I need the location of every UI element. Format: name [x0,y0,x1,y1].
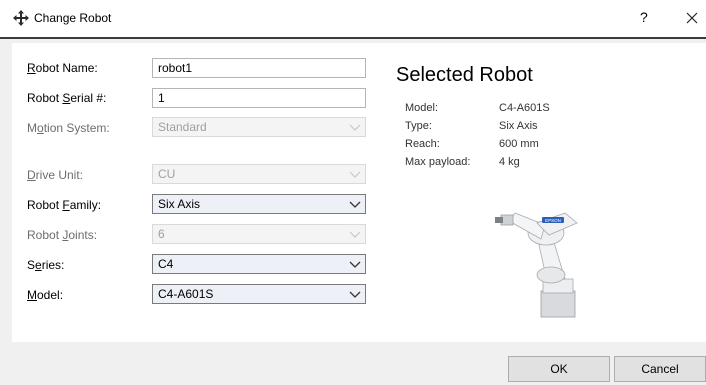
close-icon[interactable] [680,6,704,30]
help-button[interactable]: ? [640,9,648,25]
robot-family-label: Robot Family: [27,198,102,212]
motion-system-select[interactable]: Standard [152,117,366,137]
chevron-down-icon [349,201,361,208]
motion-system-label: Motion System: [27,121,110,135]
robot-serial-label: Robot Serial #: [27,91,107,105]
series-select[interactable]: C4 [152,254,366,274]
title-separator [0,37,706,39]
chevron-down-icon [349,171,361,178]
info-reach-value: 600 mm [499,138,539,150]
robot-logo: EPSON [545,218,561,223]
robot-serial-input[interactable]: 1 [152,88,366,108]
drive-unit-select[interactable]: CU [152,164,366,184]
cancel-button[interactable]: Cancel [614,356,706,382]
ok-button[interactable]: OK [508,356,610,382]
info-payload-value: 4 kg [499,156,520,168]
series-label: Series: [27,258,65,272]
robot-name-input[interactable]: robot1 [152,58,366,78]
chevron-down-icon [349,291,361,298]
change-robot-dialog: Change Robot ? Robot Name: robot1 Robot … [0,0,706,385]
robot-name-label: Robot Name: [27,61,98,75]
robot-family-select[interactable]: Six Axis [152,194,366,214]
info-reach-label: Reach: [405,138,440,150]
robot-joints-label: Robot Joints: [27,228,98,242]
motion-system-value: Standard [158,120,207,134]
selected-robot-heading: Selected Robot [396,64,533,86]
chevron-down-icon [349,231,361,238]
info-model-value: C4-A601S [499,102,550,114]
info-model-label: Model: [405,102,439,114]
model-select[interactable]: C4-A601S [152,284,366,304]
robot-joints-value: 6 [158,227,165,241]
chevron-down-icon [349,124,361,131]
window-title: Change Robot [34,11,112,25]
model-value: C4-A601S [158,287,214,301]
chevron-down-icon [349,261,361,268]
move-arrows-icon [13,10,29,26]
robot-joints-select[interactable]: 6 [152,224,366,244]
drive-unit-value: CU [158,167,176,181]
drive-unit-label: Drive Unit: [27,168,84,182]
info-type-value: Six Axis [499,120,538,132]
robot-image: EPSON [479,183,616,321]
title-bar[interactable]: Change Robot ? [0,0,706,37]
info-type-label: Type: [405,120,432,132]
robot-family-value: Six Axis [158,197,201,211]
series-value: C4 [158,257,174,271]
info-payload-label: Max payload: [405,156,471,168]
model-label: Model: [27,288,64,302]
robot-arm-illustration: EPSON [495,212,578,318]
